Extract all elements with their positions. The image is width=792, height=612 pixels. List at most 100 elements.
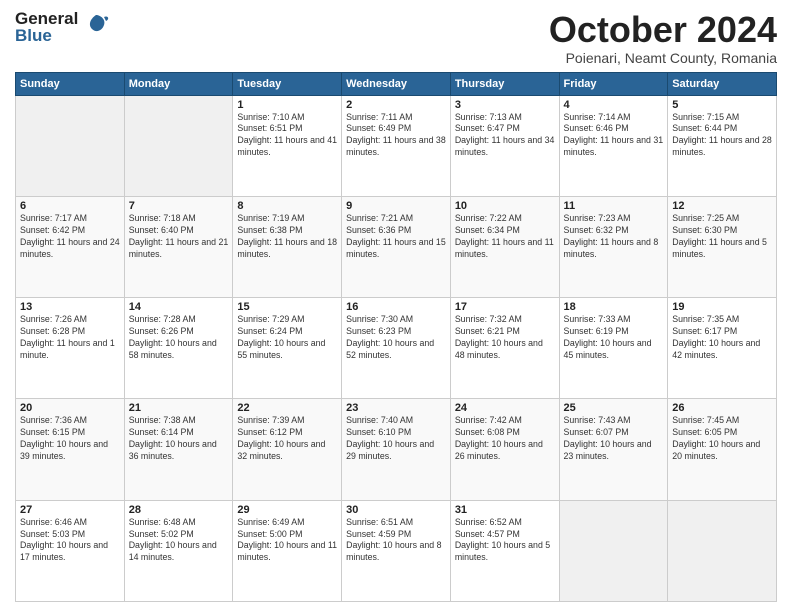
subtitle: Poienari, Neamt County, Romania — [549, 50, 777, 66]
day-number: 14 — [129, 301, 229, 313]
calendar-cell: 27Sunrise: 6:46 AMSunset: 5:03 PMDayligh… — [16, 500, 125, 601]
day-number: 18 — [564, 301, 664, 313]
calendar-cell — [124, 95, 233, 196]
day-number: 25 — [564, 402, 664, 414]
day-info: Sunrise: 7:19 AMSunset: 6:38 PMDaylight:… — [237, 213, 337, 261]
day-info: Sunrise: 7:10 AMSunset: 6:51 PMDaylight:… — [237, 112, 337, 160]
calendar-cell: 30Sunrise: 6:51 AMSunset: 4:59 PMDayligh… — [342, 500, 451, 601]
logo: General Blue — [15, 10, 110, 44]
logo-general: General — [15, 10, 78, 27]
calendar-week-row: 27Sunrise: 6:46 AMSunset: 5:03 PMDayligh… — [16, 500, 777, 601]
calendar-cell: 10Sunrise: 7:22 AMSunset: 6:34 PMDayligh… — [450, 196, 559, 297]
calendar-cell: 23Sunrise: 7:40 AMSunset: 6:10 PMDayligh… — [342, 399, 451, 500]
day-number: 21 — [129, 402, 229, 414]
calendar-cell: 20Sunrise: 7:36 AMSunset: 6:15 PMDayligh… — [16, 399, 125, 500]
day-info: Sunrise: 7:18 AMSunset: 6:40 PMDaylight:… — [129, 213, 229, 261]
calendar-week-row: 1Sunrise: 7:10 AMSunset: 6:51 PMDaylight… — [16, 95, 777, 196]
day-info: Sunrise: 7:22 AMSunset: 6:34 PMDaylight:… — [455, 213, 555, 261]
day-number: 16 — [346, 301, 446, 313]
weekday-header-thursday: Thursday — [450, 72, 559, 95]
calendar-cell: 28Sunrise: 6:48 AMSunset: 5:02 PMDayligh… — [124, 500, 233, 601]
calendar-week-row: 6Sunrise: 7:17 AMSunset: 6:42 PMDaylight… — [16, 196, 777, 297]
calendar-cell: 2Sunrise: 7:11 AMSunset: 6:49 PMDaylight… — [342, 95, 451, 196]
calendar-cell: 8Sunrise: 7:19 AMSunset: 6:38 PMDaylight… — [233, 196, 342, 297]
day-info: Sunrise: 7:32 AMSunset: 6:21 PMDaylight:… — [455, 314, 555, 362]
day-info: Sunrise: 7:40 AMSunset: 6:10 PMDaylight:… — [346, 415, 446, 463]
calendar-cell: 18Sunrise: 7:33 AMSunset: 6:19 PMDayligh… — [559, 298, 668, 399]
calendar-cell: 7Sunrise: 7:18 AMSunset: 6:40 PMDaylight… — [124, 196, 233, 297]
day-number: 31 — [455, 504, 555, 516]
day-number: 19 — [672, 301, 772, 313]
day-info: Sunrise: 7:13 AMSunset: 6:47 PMDaylight:… — [455, 112, 555, 160]
day-number: 28 — [129, 504, 229, 516]
weekday-header-friday: Friday — [559, 72, 668, 95]
day-info: Sunrise: 7:29 AMSunset: 6:24 PMDaylight:… — [237, 314, 337, 362]
day-info: Sunrise: 7:45 AMSunset: 6:05 PMDaylight:… — [672, 415, 772, 463]
day-info: Sunrise: 7:30 AMSunset: 6:23 PMDaylight:… — [346, 314, 446, 362]
header: General Blue October 2024 Poienari, Neam… — [15, 10, 777, 66]
weekday-header-tuesday: Tuesday — [233, 72, 342, 95]
logo-blue: Blue — [15, 27, 78, 44]
weekday-header-row: SundayMondayTuesdayWednesdayThursdayFrid… — [16, 72, 777, 95]
day-info: Sunrise: 7:11 AMSunset: 6:49 PMDaylight:… — [346, 112, 446, 160]
calendar-cell: 12Sunrise: 7:25 AMSunset: 6:30 PMDayligh… — [668, 196, 777, 297]
day-number: 5 — [672, 99, 772, 111]
calendar-week-row: 13Sunrise: 7:26 AMSunset: 6:28 PMDayligh… — [16, 298, 777, 399]
day-info: Sunrise: 7:39 AMSunset: 6:12 PMDaylight:… — [237, 415, 337, 463]
weekday-header-monday: Monday — [124, 72, 233, 95]
page: General Blue October 2024 Poienari, Neam… — [0, 0, 792, 612]
logo-bird-icon — [82, 11, 110, 39]
day-number: 10 — [455, 200, 555, 212]
day-info: Sunrise: 6:49 AMSunset: 5:00 PMDaylight:… — [237, 517, 337, 565]
day-info: Sunrise: 7:38 AMSunset: 6:14 PMDaylight:… — [129, 415, 229, 463]
calendar-cell: 29Sunrise: 6:49 AMSunset: 5:00 PMDayligh… — [233, 500, 342, 601]
day-number: 27 — [20, 504, 120, 516]
day-number: 1 — [237, 99, 337, 111]
day-number: 29 — [237, 504, 337, 516]
title-area: October 2024 Poienari, Neamt County, Rom… — [549, 10, 777, 66]
day-number: 22 — [237, 402, 337, 414]
day-number: 15 — [237, 301, 337, 313]
day-number: 23 — [346, 402, 446, 414]
calendar-cell: 24Sunrise: 7:42 AMSunset: 6:08 PMDayligh… — [450, 399, 559, 500]
day-info: Sunrise: 7:43 AMSunset: 6:07 PMDaylight:… — [564, 415, 664, 463]
calendar-cell — [559, 500, 668, 601]
day-number: 12 — [672, 200, 772, 212]
calendar-cell: 11Sunrise: 7:23 AMSunset: 6:32 PMDayligh… — [559, 196, 668, 297]
calendar-cell: 19Sunrise: 7:35 AMSunset: 6:17 PMDayligh… — [668, 298, 777, 399]
calendar-cell: 1Sunrise: 7:10 AMSunset: 6:51 PMDaylight… — [233, 95, 342, 196]
calendar-cell: 3Sunrise: 7:13 AMSunset: 6:47 PMDaylight… — [450, 95, 559, 196]
day-info: Sunrise: 7:21 AMSunset: 6:36 PMDaylight:… — [346, 213, 446, 261]
day-number: 9 — [346, 200, 446, 212]
calendar-cell: 21Sunrise: 7:38 AMSunset: 6:14 PMDayligh… — [124, 399, 233, 500]
day-number: 4 — [564, 99, 664, 111]
calendar-cell: 15Sunrise: 7:29 AMSunset: 6:24 PMDayligh… — [233, 298, 342, 399]
calendar-cell: 14Sunrise: 7:28 AMSunset: 6:26 PMDayligh… — [124, 298, 233, 399]
day-number: 24 — [455, 402, 555, 414]
calendar-cell: 6Sunrise: 7:17 AMSunset: 6:42 PMDaylight… — [16, 196, 125, 297]
day-info: Sunrise: 7:42 AMSunset: 6:08 PMDaylight:… — [455, 415, 555, 463]
calendar-cell: 16Sunrise: 7:30 AMSunset: 6:23 PMDayligh… — [342, 298, 451, 399]
calendar-cell: 17Sunrise: 7:32 AMSunset: 6:21 PMDayligh… — [450, 298, 559, 399]
calendar-cell: 9Sunrise: 7:21 AMSunset: 6:36 PMDaylight… — [342, 196, 451, 297]
month-title: October 2024 — [549, 10, 777, 50]
day-info: Sunrise: 7:25 AMSunset: 6:30 PMDaylight:… — [672, 213, 772, 261]
weekday-header-wednesday: Wednesday — [342, 72, 451, 95]
day-info: Sunrise: 7:36 AMSunset: 6:15 PMDaylight:… — [20, 415, 120, 463]
day-info: Sunrise: 7:14 AMSunset: 6:46 PMDaylight:… — [564, 112, 664, 160]
day-number: 7 — [129, 200, 229, 212]
day-info: Sunrise: 7:17 AMSunset: 6:42 PMDaylight:… — [20, 213, 120, 261]
calendar-cell: 4Sunrise: 7:14 AMSunset: 6:46 PMDaylight… — [559, 95, 668, 196]
day-info: Sunrise: 7:28 AMSunset: 6:26 PMDaylight:… — [129, 314, 229, 362]
calendar-cell — [668, 500, 777, 601]
calendar-cell: 13Sunrise: 7:26 AMSunset: 6:28 PMDayligh… — [16, 298, 125, 399]
day-info: Sunrise: 7:26 AMSunset: 6:28 PMDaylight:… — [20, 314, 120, 362]
calendar-cell: 31Sunrise: 6:52 AMSunset: 4:57 PMDayligh… — [450, 500, 559, 601]
calendar-cell: 22Sunrise: 7:39 AMSunset: 6:12 PMDayligh… — [233, 399, 342, 500]
day-number: 2 — [346, 99, 446, 111]
calendar-week-row: 20Sunrise: 7:36 AMSunset: 6:15 PMDayligh… — [16, 399, 777, 500]
day-info: Sunrise: 7:35 AMSunset: 6:17 PMDaylight:… — [672, 314, 772, 362]
calendar-table: SundayMondayTuesdayWednesdayThursdayFrid… — [15, 72, 777, 602]
day-number: 26 — [672, 402, 772, 414]
calendar-cell: 26Sunrise: 7:45 AMSunset: 6:05 PMDayligh… — [668, 399, 777, 500]
